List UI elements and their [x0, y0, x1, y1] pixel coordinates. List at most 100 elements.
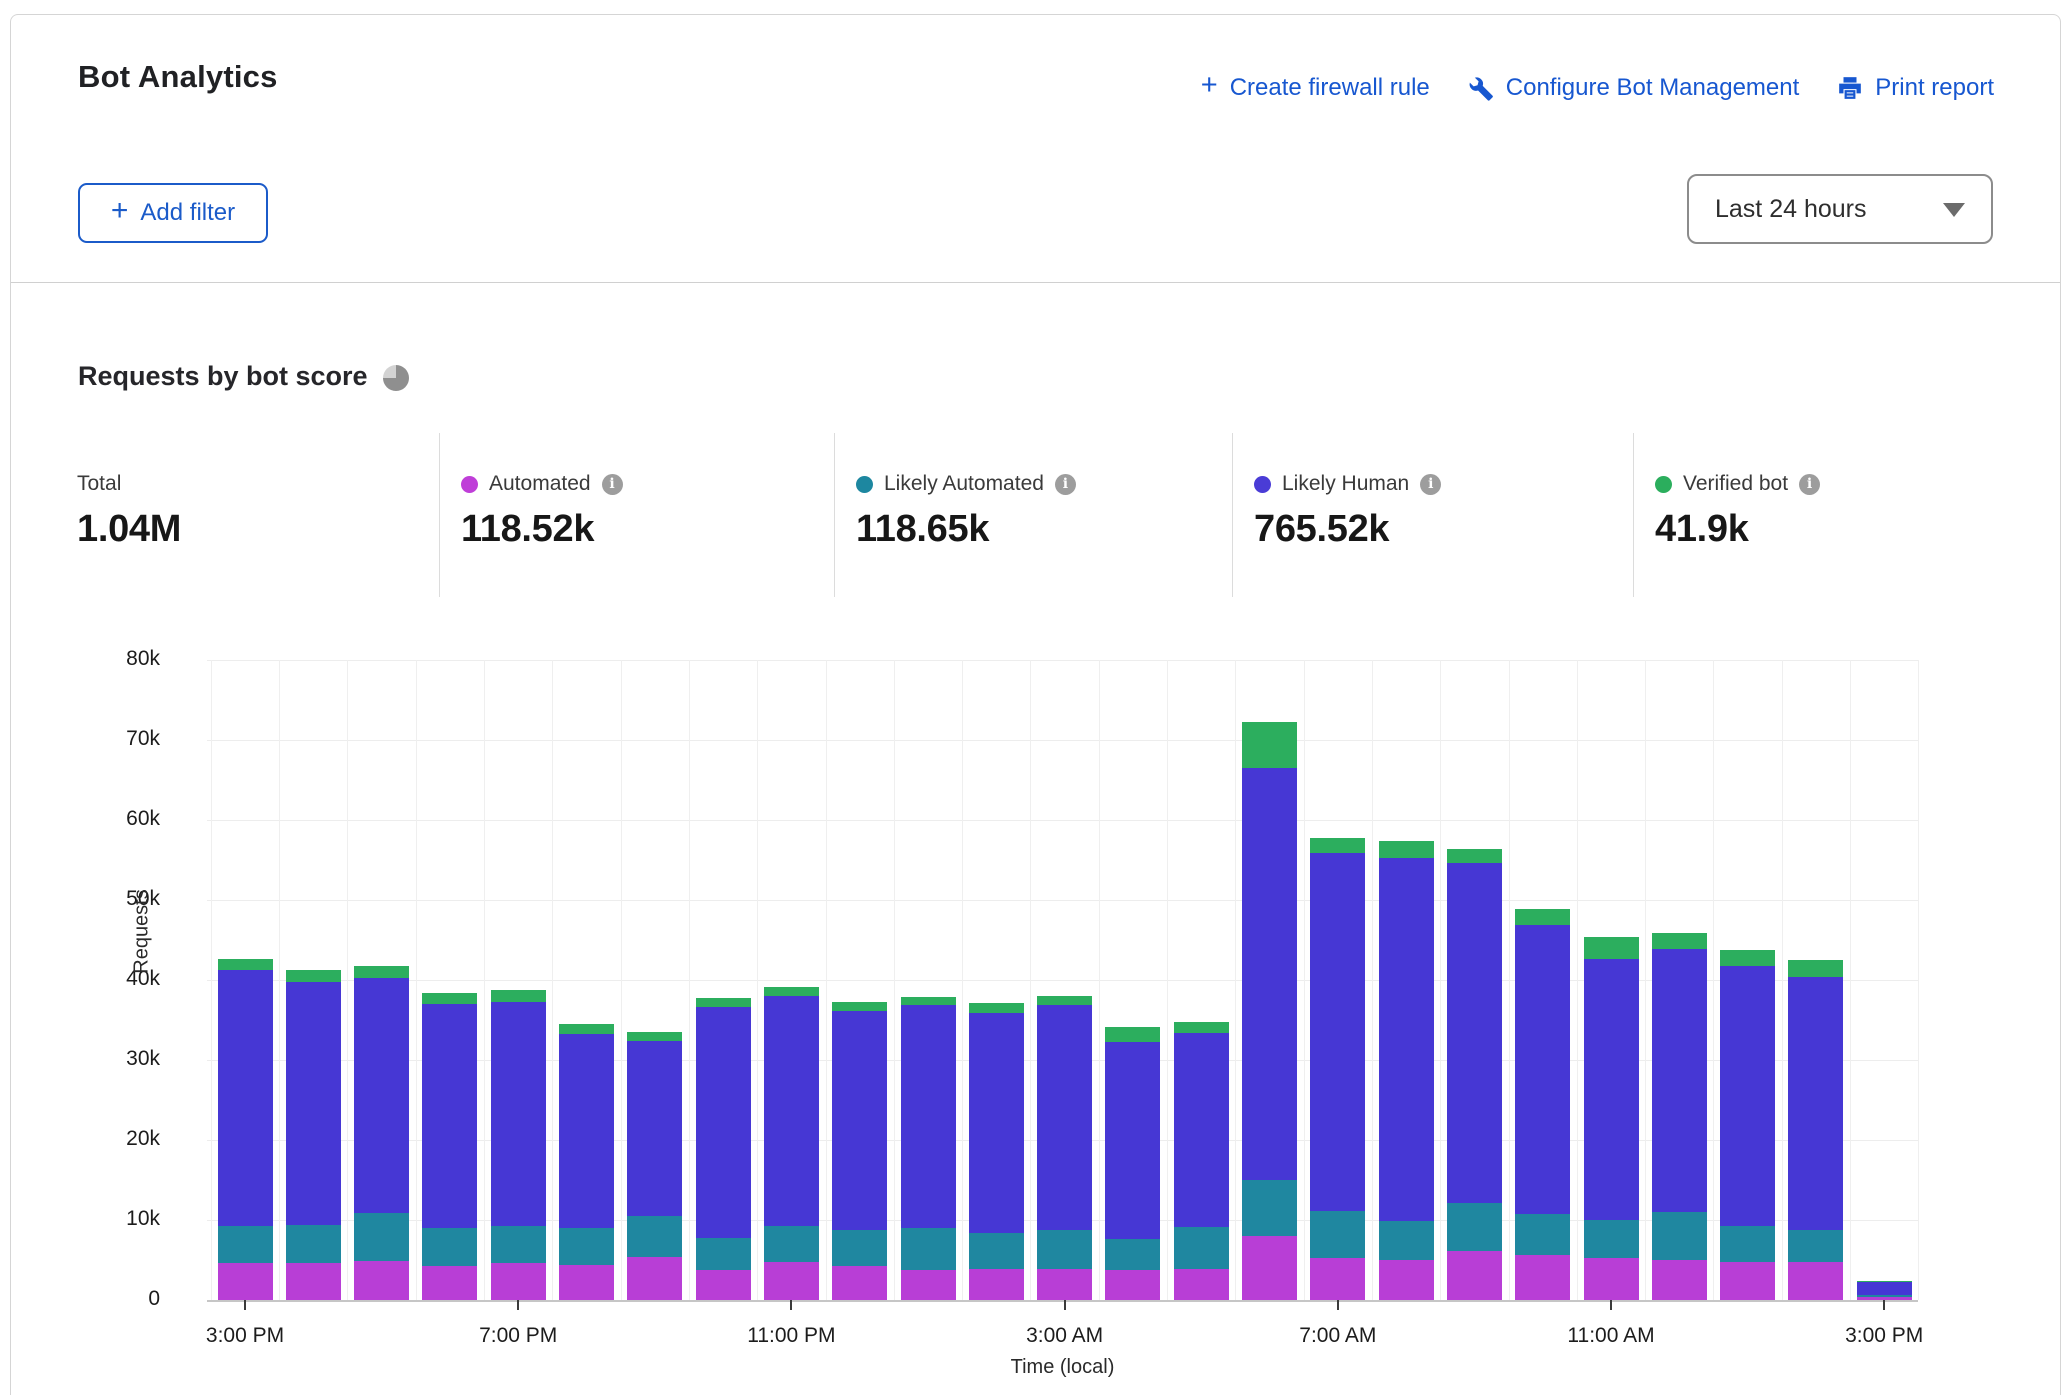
chart-bar[interactable]	[422, 993, 477, 1300]
chart-bar[interactable]	[218, 959, 273, 1300]
gridline	[1235, 660, 1236, 1300]
bar-segment-verified-bot	[901, 997, 956, 1005]
bar-segment-automated	[286, 1263, 341, 1300]
bar-segment-likely-automated	[969, 1233, 1024, 1269]
bar-segment-likely-automated	[1447, 1203, 1502, 1251]
bar-segment-verified-bot	[764, 987, 819, 996]
gridline	[1440, 660, 1441, 1300]
info-icon[interactable]: i	[1055, 474, 1076, 495]
bar-segment-verified-bot	[1037, 996, 1092, 1005]
plus-icon: +	[111, 196, 129, 226]
chart-bar[interactable]	[559, 1024, 614, 1300]
bar-segment-likely-automated	[1242, 1180, 1297, 1236]
bar-segment-likely-human	[1105, 1042, 1160, 1239]
bar-segment-verified-bot	[1788, 960, 1843, 977]
time-range-value: Last 24 hours	[1715, 195, 1867, 224]
bar-segment-automated	[696, 1270, 751, 1300]
stat-label: Likely Human	[1282, 472, 1409, 496]
x-axis-tick-label: 3:00 PM	[1819, 1324, 1949, 1348]
gridline	[1167, 660, 1168, 1300]
bar-segment-automated	[1174, 1269, 1229, 1300]
bar-segment-verified-bot	[1105, 1027, 1160, 1042]
plus-icon: +	[1201, 71, 1218, 100]
bar-segment-likely-automated	[901, 1228, 956, 1270]
bar-segment-likely-human	[286, 982, 341, 1225]
chart-bar[interactable]	[696, 998, 751, 1300]
chart-bar[interactable]	[491, 990, 546, 1300]
chart-bar[interactable]	[832, 1002, 887, 1300]
bar-segment-automated	[901, 1270, 956, 1300]
x-axis-tick-label: 11:00 PM	[726, 1324, 856, 1348]
chart-bar[interactable]	[1788, 960, 1843, 1300]
bar-segment-likely-human	[1584, 959, 1639, 1220]
add-filter-button[interactable]: + Add filter	[78, 183, 268, 243]
chart-bar[interactable]	[1242, 722, 1297, 1300]
bar-segment-likely-automated	[1310, 1211, 1365, 1257]
chart-bar[interactable]	[1584, 937, 1639, 1300]
bar-segment-likely-automated	[1515, 1214, 1570, 1255]
gridline	[689, 660, 690, 1300]
chart-bar[interactable]	[1379, 841, 1434, 1300]
chart-bar[interactable]	[1652, 933, 1707, 1300]
bar-segment-verified-bot	[1174, 1022, 1229, 1032]
bar-segment-verified-bot	[696, 998, 751, 1008]
chart-bar[interactable]	[1037, 996, 1092, 1300]
bar-segment-likely-human	[1447, 863, 1502, 1203]
bar-segment-likely-human	[832, 1011, 887, 1230]
chart-bar[interactable]	[1515, 909, 1570, 1300]
chart-bar[interactable]	[627, 1032, 682, 1300]
x-axis-tick	[1610, 1300, 1612, 1310]
configure-bot-management-link[interactable]: Configure Bot Management	[1468, 74, 1800, 102]
chart-bar[interactable]	[764, 987, 819, 1300]
x-axis-tick-label: 7:00 PM	[453, 1324, 583, 1348]
bar-segment-likely-human	[969, 1013, 1024, 1233]
bar-segment-automated	[422, 1266, 477, 1300]
chart-bar[interactable]	[1310, 838, 1365, 1300]
stat-label-row: Likely Automatedi	[856, 472, 1076, 496]
bar-segment-likely-automated	[1584, 1220, 1639, 1258]
x-axis-tick	[790, 1300, 792, 1310]
bar-segment-verified-bot	[422, 993, 477, 1004]
info-icon[interactable]: i	[602, 474, 623, 495]
info-icon[interactable]: i	[1799, 474, 1820, 495]
gridline	[894, 660, 895, 1300]
bar-segment-likely-automated	[286, 1225, 341, 1263]
bar-segment-likely-automated	[764, 1226, 819, 1262]
chart-bar[interactable]	[901, 997, 956, 1300]
stat-value: 118.65k	[856, 508, 989, 551]
bar-segment-automated	[1105, 1270, 1160, 1300]
gridline	[1372, 660, 1373, 1300]
chart-bar[interactable]	[1174, 1022, 1229, 1300]
gridline	[279, 660, 280, 1300]
bar-segment-verified-bot	[1857, 1281, 1912, 1282]
time-range-dropdown[interactable]: Last 24 hours	[1687, 174, 1993, 244]
create-firewall-rule-link[interactable]: + Create firewall rule	[1201, 73, 1430, 102]
x-axis-tick-label: 11:00 AM	[1546, 1324, 1676, 1348]
bar-segment-automated	[832, 1266, 887, 1300]
print-report-link[interactable]: Print report	[1837, 74, 1994, 102]
gridline	[962, 660, 963, 1300]
legend-dot-icon	[1655, 476, 1672, 493]
bar-segment-likely-human	[1720, 966, 1775, 1226]
bar-segment-automated	[559, 1265, 614, 1300]
chart-bar[interactable]	[286, 970, 341, 1300]
bar-segment-verified-bot	[1584, 937, 1639, 959]
bar-segment-likely-human	[1857, 1282, 1912, 1295]
stat-divider	[1232, 433, 1233, 597]
chart-bar[interactable]	[969, 1003, 1024, 1300]
bar-segment-likely-automated	[696, 1238, 751, 1271]
bar-segment-verified-bot	[559, 1024, 614, 1034]
y-axis-tick-label: 10k	[90, 1207, 160, 1231]
chart-bar[interactable]	[1720, 950, 1775, 1300]
info-icon[interactable]: i	[1420, 474, 1441, 495]
stat-value: 1.04M	[77, 508, 181, 551]
chart-bar[interactable]	[1105, 1027, 1160, 1300]
x-axis-tick-label: 7:00 AM	[1273, 1324, 1403, 1348]
chart-bar[interactable]	[1447, 849, 1502, 1300]
legend-dot-icon	[461, 476, 478, 493]
bar-segment-automated	[491, 1263, 546, 1300]
chart-bar[interactable]	[354, 966, 409, 1300]
printer-icon	[1837, 75, 1863, 101]
bar-segment-likely-human	[1037, 1005, 1092, 1230]
chart-bar[interactable]	[1857, 1281, 1912, 1300]
